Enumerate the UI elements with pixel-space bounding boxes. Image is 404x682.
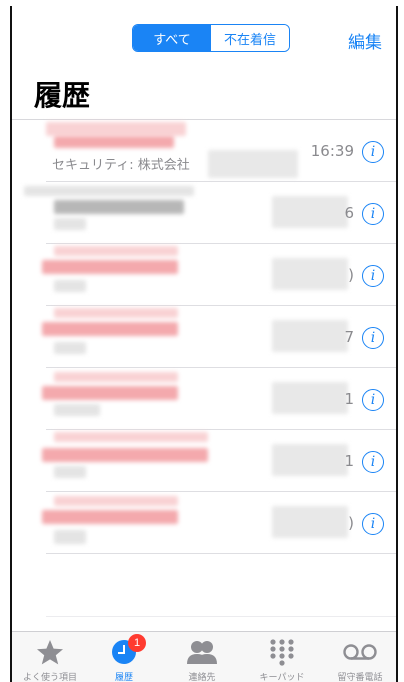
info-icon[interactable]: i	[362, 327, 384, 349]
call-time: 1	[344, 390, 354, 408]
info-icon[interactable]: i	[362, 513, 384, 535]
tab-label: キーパッド	[259, 673, 305, 682]
redacted-time	[272, 506, 348, 538]
star-icon	[37, 640, 63, 665]
row-divider	[46, 616, 396, 617]
phone-screen: すべて 不在着信 編集 履歴 セキュリティ: 株式会社 16:39 i 6 i …	[10, 6, 398, 682]
call-row[interactable]: 1 i	[12, 368, 396, 430]
call-row[interactable]: 6 i	[12, 182, 396, 244]
info-icon[interactable]: i	[362, 141, 384, 163]
keypad-icon	[270, 639, 294, 666]
tab-bar: よく使う項目 1 履歴 連絡先 キーパッド 留守番電話	[12, 631, 396, 682]
tab-keypad[interactable]: キーパッド	[244, 632, 320, 682]
segment-all[interactable]: すべて	[133, 25, 211, 51]
call-row[interactable]: ) i	[12, 244, 396, 306]
call-time: 16:39	[310, 142, 354, 160]
voicemail-icon	[343, 644, 377, 660]
redacted-name	[54, 372, 178, 382]
recents-filter-segmented-control: すべて 不在着信	[132, 24, 290, 52]
call-time: )	[348, 514, 354, 532]
redacted-subtitle	[54, 342, 86, 354]
redacted-name	[42, 322, 178, 336]
redacted-name	[54, 246, 178, 256]
redacted-name	[54, 432, 208, 442]
call-row[interactable]: ) i	[12, 492, 396, 554]
call-time: )	[348, 266, 354, 284]
tab-label: 留守番電話	[337, 673, 383, 682]
tab-label: 連絡先	[188, 673, 216, 682]
call-row[interactable]: セキュリティ: 株式会社 16:39 i	[12, 120, 396, 182]
page-title: 履歴	[34, 79, 91, 112]
redacted-subtitle	[54, 466, 86, 478]
redacted-name	[54, 136, 174, 148]
redacted-name	[42, 510, 178, 524]
tab-favorites[interactable]: よく使う項目	[12, 632, 88, 682]
call-time: 1	[344, 452, 354, 470]
info-icon[interactable]: i	[362, 265, 384, 287]
redacted-subtitle	[54, 218, 86, 230]
redacted-subtitle	[208, 150, 298, 178]
call-subtitle: セキュリティ: 株式会社	[52, 158, 190, 173]
redacted-name	[54, 308, 178, 318]
redacted-name	[42, 448, 208, 462]
redacted-name	[54, 496, 178, 506]
redacted-subtitle	[54, 404, 100, 416]
info-icon[interactable]: i	[362, 203, 384, 225]
segment-missed[interactable]: 不在着信	[211, 25, 289, 51]
info-icon[interactable]: i	[362, 389, 384, 411]
tab-label: 履歴	[114, 673, 133, 682]
tab-recents[interactable]: 1 履歴	[86, 632, 162, 682]
edit-button[interactable]: 編集	[348, 28, 382, 53]
redacted-time	[272, 258, 348, 290]
redacted-time	[272, 444, 348, 476]
row-divider	[46, 553, 396, 554]
call-time: 7	[344, 328, 354, 346]
redacted-name	[24, 186, 194, 196]
call-row[interactable]: 1 i	[12, 430, 396, 492]
redacted-name	[54, 200, 184, 214]
redacted-time	[272, 196, 348, 228]
redacted-subtitle	[54, 280, 86, 292]
tab-label: よく使う項目	[22, 673, 77, 682]
call-row[interactable]: 7 i	[12, 306, 396, 368]
redacted-name	[46, 122, 186, 136]
tab-voicemail[interactable]: 留守番電話	[322, 632, 396, 682]
tab-contacts[interactable]: 連絡先	[164, 632, 240, 682]
redacted-subtitle	[54, 530, 86, 544]
redacted-time	[272, 320, 348, 352]
missed-calls-badge: 1	[128, 634, 146, 652]
redacted-time	[272, 382, 348, 414]
redacted-name	[42, 260, 178, 274]
contacts-icon	[187, 641, 217, 664]
call-time: 6	[344, 204, 354, 222]
info-icon[interactable]: i	[362, 451, 384, 473]
redacted-name	[42, 386, 178, 400]
